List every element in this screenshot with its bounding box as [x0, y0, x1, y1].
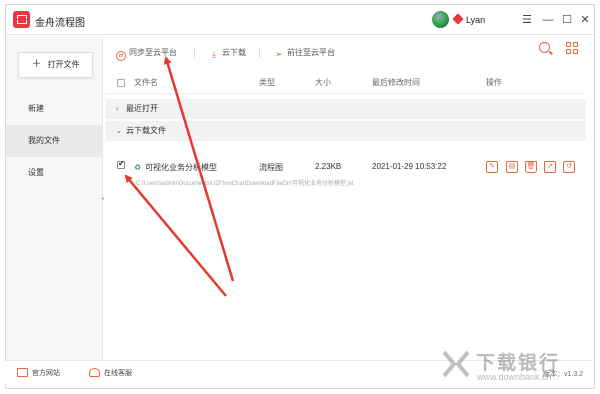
sync-icon: ⇄ — [116, 51, 126, 61]
user-name[interactable]: Lyan — [466, 15, 485, 25]
online-support-link[interactable]: 在线客服 — [89, 368, 132, 378]
open-external-icon[interactable]: ↗ — [544, 161, 556, 173]
watermark: 下载银行 www.downbank.cn — [440, 346, 590, 386]
cloud-download-button[interactable]: ⤓ 云下载 — [209, 47, 246, 59]
minimize-button[interactable]: — — [541, 13, 555, 27]
headset-icon — [89, 368, 100, 377]
file-modified: 2021-01-29 10:53:22 — [372, 162, 447, 171]
search-icon[interactable] — [539, 42, 550, 53]
group-recent-opened[interactable]: › 最近打开 — [106, 99, 586, 119]
file-path: C:\Users\admin\Documents\UZFlowChartDown… — [136, 181, 354, 187]
goto-cloud-button[interactable]: ➢ 前往至云平台 — [274, 47, 335, 59]
sync-to-cloud-button[interactable]: ⇄ 同步至云平台 — [116, 47, 177, 61]
app-title: 金舟流程图 — [35, 18, 85, 29]
group-cloud-downloads[interactable]: ⌄ 云下载文件 — [106, 121, 586, 141]
toolbar-divider — [259, 48, 260, 58]
select-all-checkbox[interactable] — [117, 79, 125, 87]
maximize-button[interactable]: ☐ — [560, 13, 574, 27]
table-header: 文件名 类型 大小 最后修改时间 操作 — [106, 70, 586, 94]
header-size[interactable]: 大小 — [315, 77, 331, 88]
file-name[interactable]: ♻ 可视化业务分析模型 — [134, 162, 217, 173]
support-label: 在线客服 — [104, 370, 132, 377]
edit-icon[interactable]: ✎ — [486, 161, 498, 173]
header-type[interactable]: 类型 — [259, 77, 275, 88]
toolbar-divider — [194, 48, 195, 58]
file-size: 2.23KB — [315, 162, 342, 171]
header-filename[interactable]: 文件名 — [134, 77, 158, 88]
cloud-download-icon: ⤓ — [212, 49, 216, 59]
export-icon[interactable]: ↺ — [563, 161, 575, 173]
file-name-text: 可视化业务分析模型 — [145, 163, 217, 172]
header-actions: 操作 — [486, 78, 502, 87]
sidebar: ＋ 打开文件 新建 我的文件 设置 — [6, 36, 103, 364]
row-checkbox[interactable]: ✔ — [117, 159, 125, 169]
recycle-icon: ♻ — [134, 163, 142, 172]
file-type: 流程图 — [259, 163, 283, 172]
cloud-download-label: 云下载 — [222, 48, 246, 57]
vip-gem-icon — [452, 13, 464, 25]
sidebar-item-my-files[interactable]: 我的文件 — [6, 125, 103, 157]
plus-icon: ＋ — [31, 59, 42, 70]
monitor-icon — [17, 368, 28, 377]
user-avatar[interactable] — [432, 11, 449, 28]
table-row[interactable]: ✔ ♻ 可视化业务分析模型 流程图 2.23KB 2021-01-29 10:53… — [106, 150, 586, 192]
sidebar-item-settings[interactable]: 设置 — [6, 157, 103, 189]
watermark-url: www.downbank.cn — [477, 372, 552, 382]
open-file-label: 打开文件 — [47, 60, 80, 69]
watermark-title: 下载银行 — [476, 353, 561, 374]
app-window: 金舟流程图 Lyan ☰ — ☐ ✕ ＋ 打开文件 新建 我的文件 设置 ◂ ⇄ 同… — [5, 4, 595, 389]
sync-label: 同步至云平台 — [129, 48, 177, 57]
send-icon: ➢ — [275, 49, 283, 59]
website-label: 官方网站 — [32, 370, 60, 377]
menu-button[interactable]: ☰ — [520, 13, 534, 27]
group-label: 云下载文件 — [126, 126, 166, 135]
file-info-icon[interactable]: ▤ — [506, 161, 518, 173]
watermark-logo-icon — [442, 350, 470, 378]
app-logo-icon — [13, 11, 30, 28]
close-button[interactable]: ✕ — [578, 13, 592, 27]
sidebar-item-new[interactable]: 新建 — [6, 93, 103, 125]
chevron-right-icon: › — [116, 106, 119, 113]
grid-view-icon[interactable] — [566, 42, 579, 55]
open-file-button[interactable]: ＋ 打开文件 — [18, 52, 93, 78]
delete-icon[interactable]: 🗑 — [525, 161, 537, 173]
sidebar-collapse-handle[interactable]: ◂ — [101, 195, 105, 202]
title-bar: 金舟流程图 Lyan ☰ — ☐ ✕ — [6, 5, 594, 35]
goto-cloud-label: 前往至云平台 — [287, 48, 335, 57]
chevron-down-icon: ⌄ — [116, 128, 122, 135]
official-website-link[interactable]: 官方网站 — [17, 368, 60, 378]
header-modified[interactable]: 最后修改时间 — [372, 77, 420, 88]
group-label: 最近打开 — [126, 104, 158, 113]
toolbar: ⇄ 同步至云平台 ⤓ 云下载 ➢ 前往至云平台 — [103, 36, 594, 72]
